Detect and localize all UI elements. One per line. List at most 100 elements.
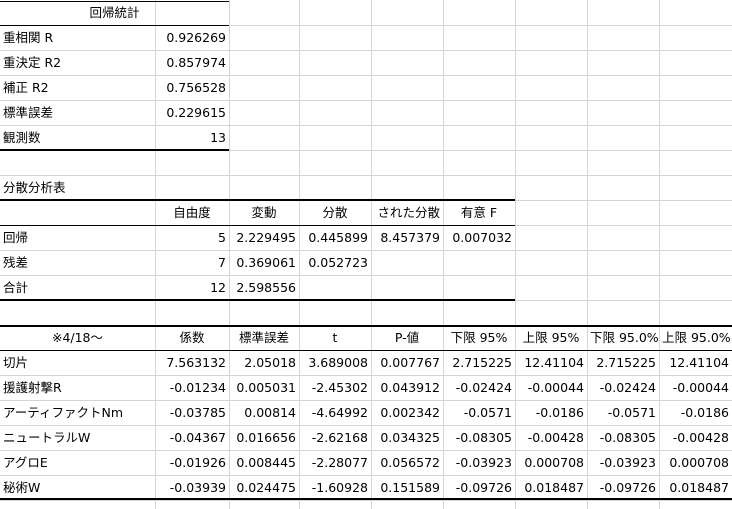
coef-value[interactable]: 0.007767: [371, 350, 443, 375]
stat-label[interactable]: 重相関 R: [0, 25, 155, 50]
coef-row-label[interactable]: 秘術W: [0, 475, 155, 500]
coef-header[interactable]: 係数: [155, 325, 229, 350]
coef-value[interactable]: -0.08305: [587, 425, 659, 450]
coef-value[interactable]: 0.005031: [229, 375, 299, 400]
coef-value[interactable]: 0.018487: [659, 475, 732, 500]
table-border: [0, 350, 732, 351]
anova-value[interactable]: 8.457379: [371, 225, 443, 250]
anova-value[interactable]: 2.598556: [229, 275, 299, 300]
anova-value[interactable]: [443, 250, 515, 275]
coef-value[interactable]: -2.45302: [299, 375, 371, 400]
coef-value[interactable]: -0.02424: [443, 375, 515, 400]
table-border-bottom: [0, 498, 732, 500]
coef-value[interactable]: 0.000708: [659, 450, 732, 475]
coef-value[interactable]: 2.715225: [587, 350, 659, 375]
coef-value[interactable]: -0.0571: [443, 400, 515, 425]
coef-header[interactable]: ※4/18〜: [0, 325, 155, 350]
anova-value[interactable]: [443, 275, 515, 300]
coef-row-label[interactable]: アーティファクトNm: [0, 400, 155, 425]
coef-value[interactable]: -0.02424: [587, 375, 659, 400]
coef-value[interactable]: -0.03785: [155, 400, 229, 425]
coef-value[interactable]: 2.05018: [229, 350, 299, 375]
coef-value[interactable]: 3.689008: [299, 350, 371, 375]
anova-header[interactable]: 変動: [229, 200, 299, 225]
anova-value[interactable]: 5: [155, 225, 229, 250]
coef-header[interactable]: t: [299, 325, 371, 350]
coef-value[interactable]: 0.056572: [371, 450, 443, 475]
anova-header[interactable]: 自由度: [155, 200, 229, 225]
stat-value[interactable]: 0.926269: [155, 25, 229, 50]
coef-value[interactable]: 7.563132: [155, 350, 229, 375]
anova-value[interactable]: 12: [155, 275, 229, 300]
coef-value[interactable]: 0.008445: [229, 450, 299, 475]
anova-value[interactable]: 0.445899: [299, 225, 371, 250]
coef-value[interactable]: -2.62168: [299, 425, 371, 450]
coef-row-label[interactable]: アグロE: [0, 450, 155, 475]
coef-header[interactable]: 下限 95.0%: [587, 325, 659, 350]
coef-value[interactable]: 0.018487: [515, 475, 587, 500]
anova-header[interactable]: 有意 F: [443, 200, 515, 225]
coef-value[interactable]: 0.002342: [371, 400, 443, 425]
coef-row-label[interactable]: ニュートラルW: [0, 425, 155, 450]
anova-value[interactable]: 0.369061: [229, 250, 299, 275]
coef-row-label[interactable]: 切片: [0, 350, 155, 375]
coef-value[interactable]: -0.0186: [515, 400, 587, 425]
coef-value[interactable]: -0.00428: [515, 425, 587, 450]
coef-value[interactable]: 0.151589: [371, 475, 443, 500]
stat-label[interactable]: 重決定 R2: [0, 50, 155, 75]
anova-value[interactable]: [299, 275, 371, 300]
coef-value[interactable]: -0.03939: [155, 475, 229, 500]
anova-value[interactable]: 2.229495: [229, 225, 299, 250]
coef-value[interactable]: 0.043912: [371, 375, 443, 400]
regression-stats-header[interactable]: 回帰統計: [0, 0, 229, 25]
coef-value[interactable]: -0.09726: [587, 475, 659, 500]
stat-label[interactable]: 補正 R2: [0, 75, 155, 100]
coef-value[interactable]: 0.00814: [229, 400, 299, 425]
coef-value[interactable]: 0.000708: [515, 450, 587, 475]
coef-value[interactable]: -2.28077: [299, 450, 371, 475]
anova-value[interactable]: 7: [155, 250, 229, 275]
anova-row-label[interactable]: 残差: [0, 250, 155, 275]
anova-value[interactable]: 0.007032: [443, 225, 515, 250]
stat-value[interactable]: 13: [155, 125, 229, 150]
coef-value[interactable]: 12.41104: [515, 350, 587, 375]
coef-value[interactable]: -0.09726: [443, 475, 515, 500]
anova-row-label[interactable]: 合計: [0, 275, 155, 300]
coef-value[interactable]: 0.034325: [371, 425, 443, 450]
coef-value[interactable]: -4.64992: [299, 400, 371, 425]
stat-value[interactable]: 0.756528: [155, 75, 229, 100]
coef-value[interactable]: 12.41104: [659, 350, 732, 375]
anova-value[interactable]: [371, 275, 443, 300]
coef-header[interactable]: P-値: [371, 325, 443, 350]
coef-value[interactable]: 0.024475: [229, 475, 299, 500]
coef-value[interactable]: -0.00428: [659, 425, 732, 450]
stat-value[interactable]: 0.229615: [155, 100, 229, 125]
coef-value[interactable]: -0.03923: [443, 450, 515, 475]
coef-row-label[interactable]: 援護射撃R: [0, 375, 155, 400]
anova-header[interactable]: 分散: [299, 200, 371, 225]
stat-label[interactable]: 標準誤差: [0, 100, 155, 125]
coef-value[interactable]: -0.0186: [659, 400, 732, 425]
coef-header[interactable]: 下限 95%: [443, 325, 515, 350]
coef-header[interactable]: 標準誤差: [229, 325, 299, 350]
stat-label[interactable]: 観測数: [0, 125, 155, 150]
coef-value[interactable]: 2.715225: [443, 350, 515, 375]
coef-value[interactable]: -0.01926: [155, 450, 229, 475]
coef-value[interactable]: -0.00044: [515, 375, 587, 400]
coef-value[interactable]: -0.00044: [659, 375, 732, 400]
anova-value[interactable]: 0.052723: [299, 250, 371, 275]
anova-title[interactable]: 分散分析表: [0, 175, 155, 200]
coef-value[interactable]: 0.016656: [229, 425, 299, 450]
coef-value[interactable]: -0.01234: [155, 375, 229, 400]
anova-header[interactable]: された分散: [371, 200, 443, 225]
stat-value[interactable]: 0.857974: [155, 50, 229, 75]
coef-header[interactable]: 上限 95%: [515, 325, 587, 350]
anova-value[interactable]: [371, 250, 443, 275]
anova-row-label[interactable]: 回帰: [0, 225, 155, 250]
coef-value[interactable]: -0.08305: [443, 425, 515, 450]
coef-value[interactable]: -0.04367: [155, 425, 229, 450]
coef-value[interactable]: -0.0571: [587, 400, 659, 425]
coef-value[interactable]: -0.03923: [587, 450, 659, 475]
coef-value[interactable]: -1.60928: [299, 475, 371, 500]
coef-header[interactable]: 上限 95.0%: [659, 325, 732, 350]
